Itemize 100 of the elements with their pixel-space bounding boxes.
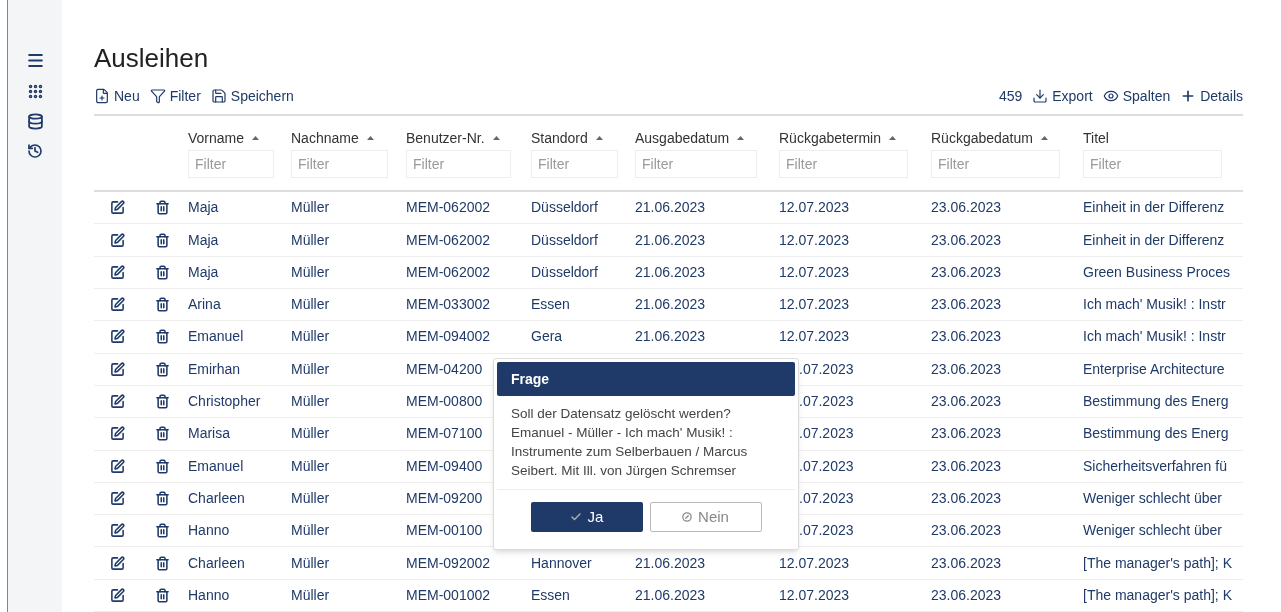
new-file-icon: [94, 88, 110, 104]
table-cell: Müller: [291, 522, 330, 539]
delete-icon[interactable]: [154, 232, 170, 248]
toolbar-button[interactable]: Speichern: [210, 85, 294, 107]
delete-icon[interactable]: [154, 394, 170, 410]
delete-icon[interactable]: [154, 200, 170, 216]
edit-icon[interactable]: [109, 458, 125, 474]
column-header[interactable]: Standord: [531, 127, 588, 149]
delete-icon[interactable]: [154, 587, 170, 603]
filter-field[interactable]: Filter: [406, 150, 512, 178]
sort-caret-icon[interactable]: [1040, 136, 1048, 140]
table-cell: Arina: [188, 296, 221, 313]
filter-field[interactable]: Filter: [931, 150, 1060, 178]
delete-icon[interactable]: [154, 523, 170, 539]
filter-field[interactable]: Filter: [188, 150, 275, 178]
filter-field[interactable]: Filter: [635, 150, 757, 178]
column-header[interactable]: Titel: [1083, 127, 1109, 149]
filter-field[interactable]: Filter: [291, 150, 388, 178]
table-cell: MEM-094002: [406, 328, 491, 345]
delete-icon[interactable]: [154, 264, 170, 280]
delete-icon[interactable]: [154, 329, 170, 345]
dialog-message: Soll der Datensatz gelöscht werden? Emanuel - Müller - Ich mach' Musik! : Instrumente zum Selberbauen / Marcus Seibert. Mit Ill. von Jürgen Schremser: [510, 405, 749, 480]
sort-caret-icon[interactable]: [366, 136, 374, 140]
table-cell: Müller: [291, 489, 330, 506]
table-cell: MEM-062002: [406, 263, 491, 280]
edit-icon[interactable]: [109, 264, 125, 280]
yes-button[interactable]: Ja: [530, 502, 643, 532]
table-cell: MEM-09200: [406, 489, 483, 506]
table-cell: Müller: [291, 328, 330, 345]
table-cell: 23.06.2023: [931, 199, 1002, 216]
record-count: 459: [998, 86, 1023, 106]
table-cell: Müller: [291, 457, 330, 474]
table-cell: Einheit in der Differenz: [1083, 231, 1225, 248]
table-cell: Essen: [531, 586, 570, 603]
table-cell: Müller: [291, 554, 330, 571]
table-cell: Enterprise Architecture: [1083, 360, 1225, 377]
history-icon[interactable]: [27, 143, 43, 159]
delete-icon[interactable]: [154, 361, 170, 377]
toolbar-button[interactable]: Export: [1032, 85, 1093, 107]
sort-caret-icon[interactable]: [737, 136, 745, 140]
edit-icon[interactable]: [109, 232, 125, 248]
dialog-title: Frage: [511, 369, 550, 389]
sort-caret-icon[interactable]: [595, 136, 603, 140]
table-cell: Maja: [188, 199, 219, 216]
filter-field[interactable]: Filter: [779, 150, 908, 178]
filter-field[interactable]: Filter: [1083, 150, 1223, 178]
column-header[interactable]: Rückgabetermin: [779, 127, 881, 149]
column-header[interactable]: Vorname: [188, 127, 245, 149]
edit-icon[interactable]: [109, 523, 125, 539]
edit-icon[interactable]: [109, 555, 125, 571]
edit-icon[interactable]: [109, 329, 125, 345]
table-cell: .07.2023: [799, 425, 854, 442]
toolbar-button[interactable]: Filter: [149, 85, 201, 107]
delete-icon[interactable]: [154, 297, 170, 313]
cancel-icon: [682, 512, 693, 522]
table-cell: Marisa: [188, 425, 230, 442]
toolbar-button[interactable]: Spalten: [1102, 85, 1171, 107]
sort-caret-icon[interactable]: [888, 136, 896, 140]
download-icon: [1032, 88, 1049, 104]
edit-icon[interactable]: [109, 426, 125, 442]
edit-icon[interactable]: [109, 200, 125, 216]
table-cell: MEM-062002: [406, 199, 491, 216]
filter-icon: [149, 88, 166, 104]
edit-icon[interactable]: [109, 394, 125, 410]
table-cell: Düsseldorf: [531, 231, 598, 248]
menu-icon[interactable]: [25, 51, 45, 70]
table-cell: Müller: [291, 393, 330, 410]
toolbar-button[interactable]: Neu: [94, 85, 140, 107]
table-cell: 12.07.2023: [779, 199, 850, 216]
column-header[interactable]: Benutzer-Nr.: [406, 127, 485, 149]
edit-icon[interactable]: [109, 361, 125, 377]
table-cell: Düsseldorf: [531, 199, 598, 216]
sort-caret-icon[interactable]: [492, 136, 500, 140]
column-header[interactable]: Ausgabedatum: [635, 127, 730, 149]
delete-icon[interactable]: [154, 426, 170, 442]
delete-icon[interactable]: [154, 458, 170, 474]
table-cell: [The manager's path]; K: [1083, 586, 1232, 603]
eye-icon: [1102, 88, 1119, 104]
table-cell: MEM-00100: [406, 522, 483, 539]
edit-icon[interactable]: [109, 587, 125, 603]
delete-icon[interactable]: [154, 490, 170, 506]
edit-icon[interactable]: [109, 297, 125, 313]
table-cell: Hanno: [188, 586, 230, 603]
edit-icon[interactable]: [109, 490, 125, 506]
sort-caret-icon[interactable]: [252, 136, 260, 140]
table-cell: 12.07.2023: [779, 296, 850, 313]
filter-field[interactable]: Filter: [531, 150, 618, 178]
grid-icon[interactable]: [26, 83, 44, 100]
table-cell: .07.2023: [799, 457, 854, 474]
table-cell: 12.07.2023: [779, 586, 850, 603]
column-header[interactable]: Rückgabedatum: [931, 127, 1033, 149]
table-cell: MEM-001002: [406, 586, 491, 603]
no-button[interactable]: Nein: [649, 502, 762, 532]
toolbar-button[interactable]: Details: [1180, 85, 1243, 107]
table-cell: .07.2023: [799, 522, 854, 539]
column-header[interactable]: Nachname: [291, 127, 359, 149]
table-cell: Bestimmung des Energ: [1083, 393, 1229, 410]
database-icon[interactable]: [26, 113, 44, 130]
table-cell: 23.06.2023: [931, 457, 1002, 474]
delete-icon[interactable]: [154, 555, 170, 571]
